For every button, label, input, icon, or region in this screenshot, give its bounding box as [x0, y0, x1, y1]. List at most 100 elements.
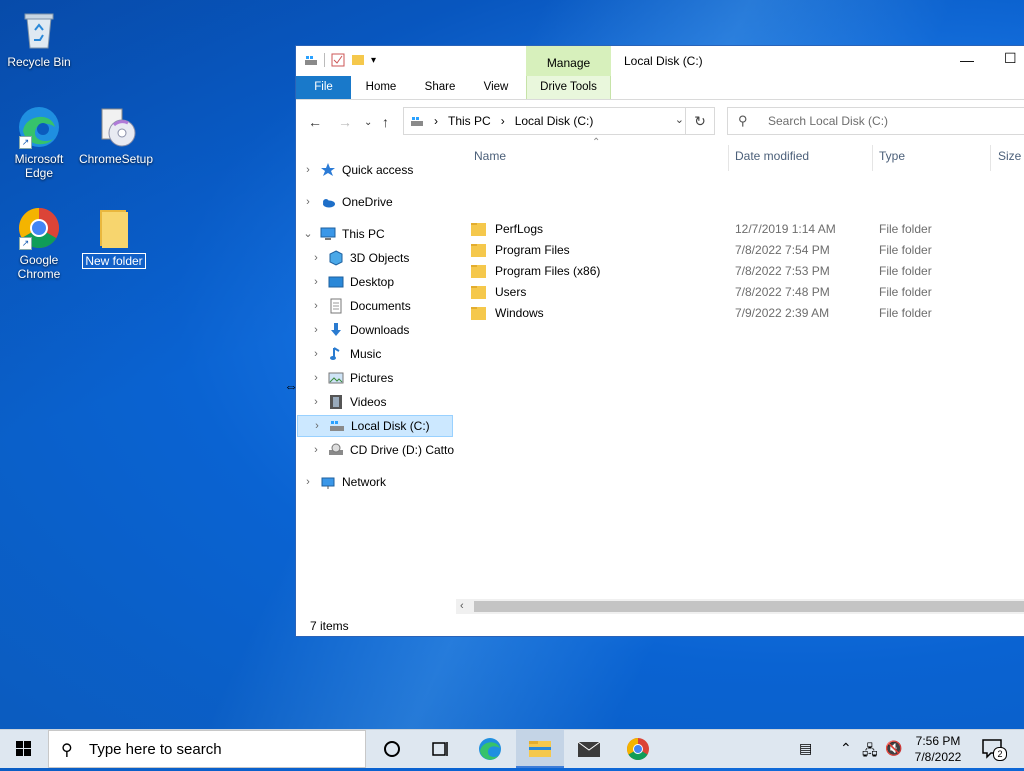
cortana-button[interactable]	[368, 730, 416, 768]
chevron-right-icon[interactable]: ›	[302, 159, 314, 181]
start-button[interactable]	[0, 730, 48, 769]
chevron-right-icon[interactable]: ›	[311, 415, 323, 437]
resize-cursor-icon: ⇔	[284, 378, 298, 394]
nav-cd-drive[interactable]: › CD Drive (D:) Catto	[310, 439, 454, 461]
column-divider[interactable]	[990, 145, 991, 171]
chevron-right-icon[interactable]: ›	[310, 367, 322, 389]
table-row[interactable]: Program Files (x86) 7/8/2022 7:53 PM Fil…	[471, 261, 1024, 282]
show-hidden-icons-icon[interactable]: ⌃	[840, 740, 852, 757]
desktop-icon-chromesetup[interactable]: ChromeSetup	[78, 105, 154, 166]
nav-network[interactable]: › Network	[302, 471, 386, 493]
chevron-right-icon[interactable]: ›	[302, 191, 314, 213]
nav-local-disk[interactable]: › Local Disk (C:)	[297, 415, 453, 437]
volume-muted-icon[interactable]: 🔇	[885, 740, 902, 757]
action-center-button[interactable]: 2	[980, 737, 1007, 761]
taskbar-chrome[interactable]	[614, 730, 662, 768]
chromesetup-label: ChromeSetup	[78, 152, 154, 166]
windows-logo-icon	[16, 741, 31, 756]
nav-videos[interactable]: › Videos	[310, 391, 386, 413]
network-tray-icon[interactable]: 🖧	[862, 740, 878, 764]
tab-home[interactable]: Home	[360, 76, 402, 99]
forward-arrow-icon[interactable]: →	[338, 114, 352, 130]
recent-locations-icon[interactable]: ⌄	[364, 117, 372, 128]
chevron-down-icon[interactable]: ⌄	[675, 113, 684, 126]
customize-qat-icon[interactable]: ▾	[371, 55, 376, 66]
download-arrow-icon	[331, 323, 341, 336]
scrollbar-thumb[interactable]	[474, 601, 1024, 612]
breadcrumb-local-disk[interactable]: Local Disk (C:)	[515, 114, 594, 128]
search-icon: ⚲	[738, 113, 748, 128]
nav-music[interactable]: › Music	[310, 343, 381, 365]
nav-3d-objects[interactable]: › 3D Objects	[310, 247, 409, 269]
tab-view[interactable]: View	[476, 76, 516, 99]
breadcrumb-separator-icon[interactable]: ›	[434, 114, 438, 128]
desktop-icon-edge[interactable]: ↗ Microsoft Edge	[1, 105, 77, 180]
nav-desktop[interactable]: › Desktop	[310, 271, 394, 293]
column-divider[interactable]	[728, 145, 729, 171]
search-box[interactable]: ⚲ Search Local Disk (C:)	[727, 107, 1024, 135]
edge-label: Microsoft Edge	[14, 152, 64, 180]
column-name[interactable]: Name	[474, 149, 506, 163]
chevron-right-icon[interactable]: ›	[310, 319, 322, 341]
file-list: ⌃ Name Date modified Type Size PerfLogs …	[456, 137, 1024, 608]
breadcrumb-separator-icon[interactable]: ›	[501, 114, 505, 128]
up-arrow-icon[interactable]: ↑	[382, 114, 389, 130]
file-date: 7/8/2022 7:54 PM	[735, 243, 830, 257]
new-folder-icon[interactable]	[351, 53, 365, 67]
address-bar[interactable]: › This PC › Local Disk (C:) ⌄ ↻	[403, 107, 715, 135]
taskbar-edge[interactable]	[466, 730, 514, 768]
taskbar-mail[interactable]	[565, 730, 613, 768]
chevron-right-icon[interactable]: ›	[310, 271, 322, 293]
tab-share[interactable]: Share	[418, 76, 462, 99]
column-date-modified[interactable]: Date modified	[735, 149, 809, 163]
back-arrow-icon[interactable]: ←	[308, 114, 322, 130]
file-type: File folder	[879, 306, 932, 320]
column-size[interactable]: Size	[998, 149, 1021, 163]
nav-quick-access[interactable]: › Quick access	[302, 159, 413, 181]
horizontal-scrollbar[interactable]: ‹	[456, 599, 1024, 614]
chevron-right-icon[interactable]: ›	[310, 295, 322, 317]
shortcut-arrow-icon: ↗	[19, 136, 32, 149]
nav-pictures[interactable]: › Pictures	[310, 367, 393, 389]
table-row[interactable]: Program Files 7/8/2022 7:54 PM File fold…	[471, 240, 1024, 261]
column-type[interactable]: Type	[879, 149, 905, 163]
desktop-icon-recycle-bin[interactable]: Recycle Bin	[1, 8, 77, 69]
column-divider[interactable]	[872, 145, 873, 171]
chevron-right-icon[interactable]: ›	[310, 439, 322, 461]
scroll-left-icon[interactable]: ‹	[460, 599, 464, 614]
manage-tab[interactable]: Manage	[526, 46, 611, 76]
chevron-right-icon[interactable]: ›	[310, 247, 322, 269]
system-clock[interactable]: 7:56 PM 7/8/2022	[906, 733, 970, 765]
chevron-right-icon[interactable]: ›	[302, 471, 314, 493]
properties-icon[interactable]	[331, 53, 345, 67]
table-row[interactable]: Windows 7/9/2022 2:39 AM File folder	[471, 303, 1024, 324]
breadcrumb-this-pc[interactable]: This PC	[448, 114, 491, 128]
desktop-icon-new-folder[interactable]: New folder	[76, 206, 152, 269]
desktop-icon-chrome[interactable]: ↗ Google Chrome	[1, 206, 77, 281]
nav-downloads[interactable]: › Downloads	[310, 319, 409, 341]
taskbar-file-explorer[interactable]	[516, 730, 564, 768]
minimize-icon[interactable]: —	[960, 52, 974, 68]
clock-time: 7:56 PM	[915, 734, 961, 748]
chevron-down-icon[interactable]: ⌄	[302, 223, 314, 245]
new-folder-rename-field[interactable]: New folder	[82, 253, 146, 269]
nav-documents[interactable]: › Documents	[310, 295, 411, 317]
file-explorer-icon	[529, 741, 551, 757]
keyboard-layout-icon[interactable]: ▤	[799, 740, 812, 757]
nav-this-pc[interactable]: ⌄ This PC	[302, 223, 384, 245]
chevron-right-icon[interactable]: ›	[310, 391, 322, 413]
tab-drive-tools[interactable]: Drive Tools	[526, 76, 611, 99]
tab-file[interactable]: File	[296, 76, 351, 99]
table-row[interactable]: Users 7/8/2022 7:48 PM File folder	[471, 282, 1024, 303]
task-view-button[interactable]	[416, 730, 464, 768]
chevron-right-icon[interactable]: ›	[310, 343, 322, 365]
nav-onedrive[interactable]: › OneDrive	[302, 191, 393, 213]
table-row[interactable]: PerfLogs 12/7/2019 1:14 AM File folder	[471, 219, 1024, 240]
taskbar-search-box[interactable]: ⚲ Type here to search	[48, 730, 366, 768]
nav-label: Local Disk (C:)	[351, 419, 430, 433]
notification-count-badge: 2	[993, 747, 1007, 761]
file-date: 7/9/2022 2:39 AM	[735, 306, 830, 320]
maximize-icon[interactable]: ☐	[1004, 50, 1017, 67]
recycle-bin-icon	[17, 8, 61, 52]
refresh-icon[interactable]: ↻	[685, 108, 714, 134]
